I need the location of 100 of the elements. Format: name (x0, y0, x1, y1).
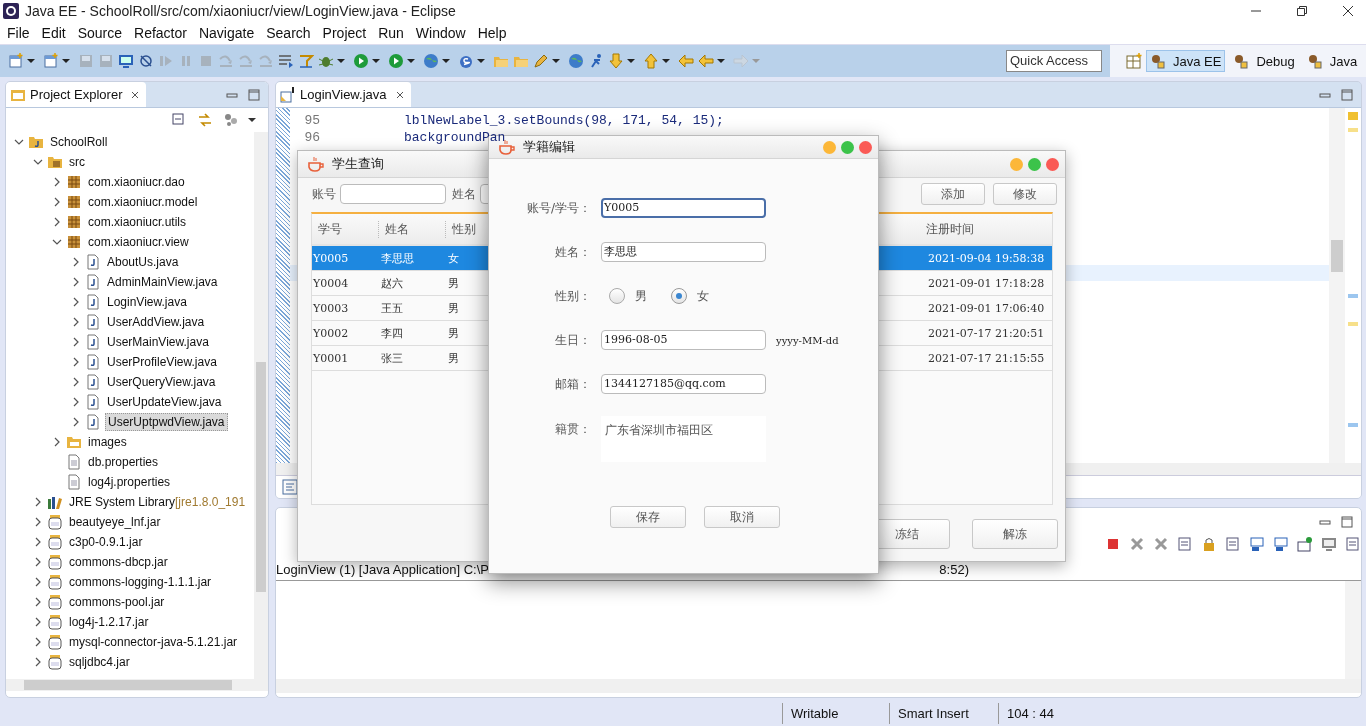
tree-item[interactable]: images (86, 434, 129, 450)
menu-item[interactable]: File (3, 25, 38, 41)
collapse-all-icon[interactable] (171, 112, 187, 128)
close-button[interactable] (1046, 157, 1059, 171)
tree-item[interactable]: UserUpdateView.java (105, 394, 224, 410)
menu-item[interactable]: Source (73, 25, 131, 41)
tree-item[interactable]: beautyeye_lnf.jar (67, 514, 163, 530)
tree-item[interactable]: db.properties (86, 454, 161, 470)
dots-icon[interactable] (223, 112, 239, 128)
open-perspective-icon[interactable] (1126, 53, 1142, 69)
x-icon[interactable] (1129, 536, 1145, 552)
toolbar-button[interactable]: 添加 (921, 183, 985, 205)
scrollbar[interactable] (1345, 581, 1361, 679)
tree-item[interactable]: UserAddView.java (105, 314, 207, 330)
project-explorer-tab[interactable]: Project Explorer (6, 82, 147, 107)
stop-square-icon[interactable] (1105, 536, 1121, 552)
chat-icon[interactable] (1249, 536, 1265, 552)
input-field[interactable]: Y0005 (601, 198, 766, 218)
document-icon[interactable] (1177, 536, 1193, 552)
dropdown-caret-icon[interactable] (627, 57, 635, 65)
text-area[interactable]: 广东省深圳市福田区 (601, 416, 766, 462)
tree-item[interactable]: UserUptpwdView.java (105, 413, 228, 431)
radio-button[interactable] (671, 288, 687, 304)
menu-item[interactable]: Refactor (130, 25, 195, 41)
run-tools-icon[interactable] (388, 53, 404, 69)
tree-item[interactable]: log4j-1.2.17.jar (67, 614, 151, 630)
tree-item[interactable]: UserMainView.java (105, 334, 211, 350)
close-icon[interactable] (394, 89, 405, 100)
dropdown-caret-icon[interactable] (477, 57, 485, 65)
column-header[interactable]: 学号 (312, 220, 379, 238)
tree-item[interactable]: UserQueryView.java (105, 374, 218, 390)
tree-item[interactable]: LoginView.java (105, 294, 189, 310)
dialog-button[interactable]: 保存 (610, 506, 686, 528)
s-circle-icon[interactable] (458, 53, 474, 69)
monitor-icon[interactable] (118, 53, 134, 69)
dropdown-caret-icon[interactable] (717, 57, 725, 65)
overview-marker[interactable] (1348, 294, 1358, 298)
maximize-button[interactable] (841, 140, 854, 154)
dropdown-caret-icon[interactable] (662, 57, 670, 65)
horizontal-scrollbar[interactable] (276, 679, 1361, 693)
perspective-button[interactable]: Java (1302, 50, 1362, 72)
tree-item[interactable]: c3p0-0.9.1.jar (67, 534, 145, 550)
close-icon[interactable] (130, 89, 141, 100)
tree-item[interactable]: AdminMainView.java (105, 274, 220, 290)
lock-icon[interactable] (1201, 536, 1217, 552)
dropdown-caret-icon[interactable] (552, 57, 560, 65)
globe-icon[interactable] (568, 53, 584, 69)
arrow-left-icon[interactable] (678, 53, 694, 69)
maximize-icon[interactable] (248, 88, 260, 101)
overview-marker[interactable] (1348, 322, 1358, 326)
tree-item[interactable]: log4j.properties (86, 474, 173, 490)
window-icon[interactable] (1345, 536, 1361, 552)
close-button[interactable] (859, 140, 872, 154)
document-icon[interactable] (1225, 536, 1241, 552)
tree-item[interactable]: src (67, 154, 87, 170)
maximize-icon[interactable] (1341, 88, 1353, 101)
tree-item[interactable]: commons-dbcp.jar (67, 554, 170, 570)
input-field[interactable]: 李思思 (601, 242, 766, 262)
menu-item[interactable]: Search (262, 25, 319, 41)
radio-button[interactable] (609, 288, 625, 304)
perspective-button[interactable]: Debug (1229, 50, 1299, 72)
slash-circle-icon[interactable] (138, 53, 154, 69)
dropdown-caret-icon[interactable] (27, 57, 35, 65)
tree-item[interactable]: JRE System Library[jre1.8.0_191 (67, 494, 248, 510)
horizontal-scrollbar[interactable] (6, 679, 268, 691)
tree-item[interactable]: mysql-connector-java-5.1.21.jar (67, 634, 240, 650)
tree-item[interactable]: UserProfileView.java (105, 354, 219, 370)
input-field[interactable]: 1344127185@qq.com (601, 374, 766, 394)
action-button[interactable]: 解冻 (972, 519, 1058, 549)
tree-item[interactable]: commons-logging-1.1.1.jar (67, 574, 214, 590)
dropdown-caret-icon[interactable] (407, 57, 415, 65)
source-tab-icon[interactable] (282, 479, 298, 495)
runner-icon[interactable] (588, 53, 604, 69)
tree-item[interactable]: com.xiaoniucr.utils (86, 214, 189, 230)
double-x-icon[interactable] (1153, 536, 1169, 552)
restore-icon[interactable] (1296, 5, 1308, 17)
tree-item[interactable]: commons-pool.jar (67, 594, 167, 610)
column-header[interactable]: 注册时间 (918, 220, 1052, 238)
menu-item[interactable]: Project (318, 25, 375, 41)
monitor-icon[interactable] (1321, 536, 1337, 552)
chat-icon[interactable] (1273, 536, 1289, 552)
pin-icon[interactable] (1297, 536, 1313, 552)
overview-marker[interactable] (1348, 423, 1358, 427)
quick-access-field[interactable]: Quick Access (1006, 50, 1102, 72)
menu-item[interactable]: Run (374, 25, 412, 41)
search-field[interactable] (340, 184, 446, 204)
dropdown-caret-icon[interactable] (337, 57, 345, 65)
maximize-button[interactable] (1028, 157, 1041, 171)
editor-tab[interactable]: LoginView.java (276, 82, 411, 107)
maximize-icon[interactable] (1341, 516, 1353, 528)
menu-item[interactable]: Edit (37, 25, 74, 41)
scrollbar[interactable] (1329, 108, 1345, 463)
tree-item[interactable]: SchoolRoll (48, 134, 110, 150)
menu-item[interactable]: Window (411, 25, 474, 41)
overview-marker[interactable] (1348, 128, 1358, 132)
menu-item[interactable]: Navigate (194, 25, 263, 41)
overview-marker[interactable] (1348, 112, 1358, 120)
view-menu-icon[interactable] (248, 116, 256, 124)
run-icon[interactable] (353, 53, 369, 69)
dialog-button[interactable]: 取消 (704, 506, 780, 528)
